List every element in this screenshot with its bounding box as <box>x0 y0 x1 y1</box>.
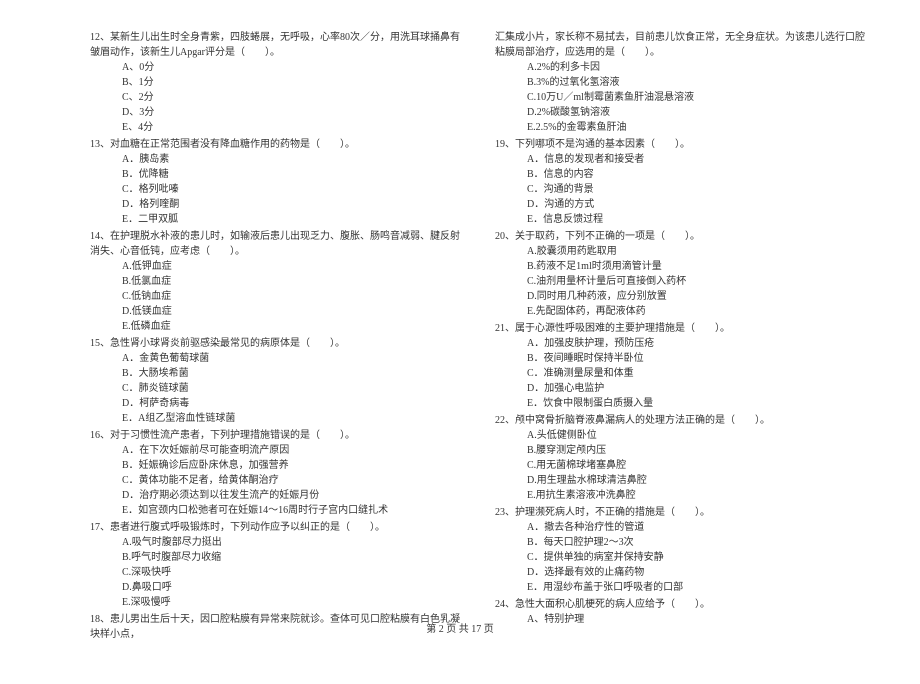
option: E.深吸慢呼 <box>90 595 465 610</box>
question-19: 19、下列哪项不是沟通的基本因素（ ）。 A．信息的发现者和接受者 B．信息的内… <box>495 137 870 227</box>
option: D．沟通的方式 <box>495 197 870 212</box>
option: A．信息的发现者和接受者 <box>495 152 870 167</box>
option: E.低磷血症 <box>90 319 465 334</box>
question-16: 16、对于习惯性流产患者，下列护理措施错误的是（ ）。 A．在下次妊娠前尽可能查… <box>90 428 465 518</box>
option: B．夜间睡眠时保持半卧位 <box>495 351 870 366</box>
option: B.药液不足1ml时须用滴管计量 <box>495 259 870 274</box>
option: C．提供单独的病室并保持安静 <box>495 550 870 565</box>
question-text: 21、属于心源性呼吸困难的主要护理措施是（ ）。 <box>495 321 870 336</box>
question-15: 15、急性肾小球肾炎前驱感染最常见的病原体是（ ）。 A．金黄色葡萄球菌 B．大… <box>90 336 465 426</box>
option: E．饮食中限制蛋白质摄入量 <box>495 396 870 411</box>
option: C．沟通的背景 <box>495 182 870 197</box>
option: A.头低健侧卧位 <box>495 428 870 443</box>
option: D.低镁血症 <box>90 304 465 319</box>
option: E．信息反馈过程 <box>495 212 870 227</box>
option: E.先配固体药，再配液体药 <box>495 304 870 319</box>
question-text: 12、某新生儿出生时全身青紫，四肢蜷展，无呼吸，心率80次／分，用洗耳球捅鼻有皱… <box>90 30 465 60</box>
question-20: 20、关于取药，下列不正确的一项是（ ）。 A.胶囊须用药匙取用 B.药液不足1… <box>495 229 870 319</box>
question-text: 17、患者进行腹式呼吸锻炼时，下列动作应予以纠正的是（ ）。 <box>90 520 465 535</box>
question-text: 16、对于习惯性流产患者，下列护理措施错误的是（ ）。 <box>90 428 465 443</box>
option: D．选择最有效的止痛药物 <box>495 565 870 580</box>
option: E．A组乙型溶血性链球菌 <box>90 411 465 426</box>
option: E．如宫颈内口松弛者可在妊娠14～16周时行子宫内口缝扎术 <box>90 503 465 518</box>
right-column: 汇集成小片，家长称不易拭去，目前患儿饮食正常，无全身症状。为该患儿选行口腔粘膜局… <box>495 30 870 644</box>
question-text: 15、急性肾小球肾炎前驱感染最常见的病原体是（ ）。 <box>90 336 465 351</box>
option: A．胰岛素 <box>90 152 465 167</box>
option: D．柯萨奇病毒 <box>90 396 465 411</box>
option: C．格列吡嗪 <box>90 182 465 197</box>
question-22: 22、颅中窝骨折脑脊液鼻漏病人的处理方法正确的是（ ）。 A.头低健侧卧位 B.… <box>495 413 870 503</box>
option: A.胶囊须用药匙取用 <box>495 244 870 259</box>
option: D．格列喹酮 <box>90 197 465 212</box>
option: B．妊娠确诊后应卧床休息，加强营养 <box>90 458 465 473</box>
question-text: 22、颅中窝骨折脑脊液鼻漏病人的处理方法正确的是（ ）。 <box>495 413 870 428</box>
option: A．金黄色葡萄球菌 <box>90 351 465 366</box>
option: C.深吸快呼 <box>90 565 465 580</box>
option: B.3%的过氧化氢溶液 <box>495 75 870 90</box>
question-12: 12、某新生儿出生时全身青紫，四肢蜷展，无呼吸，心率80次／分，用洗耳球捅鼻有皱… <box>90 30 465 135</box>
option: A.吸气时腹部尽力挺出 <box>90 535 465 550</box>
option: B．大肠埃希菌 <box>90 366 465 381</box>
option: C．黄体功能不足者，给黄体酮治疗 <box>90 473 465 488</box>
question-17: 17、患者进行腹式呼吸锻炼时，下列动作应予以纠正的是（ ）。 A.吸气时腹部尽力… <box>90 520 465 610</box>
question-14: 14、在护理脱水补液的患儿时，如输液后患儿出现乏力、腹胀、肠鸣音减弱、腱反射消失… <box>90 229 465 334</box>
option: A．在下次妊娠前尽可能查明流产原因 <box>90 443 465 458</box>
option: C．肺炎链球菌 <box>90 381 465 396</box>
option: B．信息的内容 <box>495 167 870 182</box>
option: E．二甲双胍 <box>90 212 465 227</box>
question-text: 19、下列哪项不是沟通的基本因素（ ）。 <box>495 137 870 152</box>
option: B.呼气时腹部尽力收缩 <box>90 550 465 565</box>
option: A．加强皮肤护理，预防压疮 <box>495 336 870 351</box>
option: D.用生理盐水棉球清洁鼻腔 <box>495 473 870 488</box>
option: C.10万U／ml制霉菌素鱼肝油混悬溶液 <box>495 90 870 105</box>
option: C.低钠血症 <box>90 289 465 304</box>
option: A、0分 <box>90 60 465 75</box>
question-text: 13、对血糖在正常范围者没有降血糖作用的药物是（ ）。 <box>90 137 465 152</box>
question-text: 14、在护理脱水补液的患儿时，如输液后患儿出现乏力、腹胀、肠鸣音减弱、腱反射消失… <box>90 229 465 259</box>
option: E.用抗生素溶液冲洗鼻腔 <box>495 488 870 503</box>
option: E、4分 <box>90 120 465 135</box>
question-text: 23、护理濒死病人时，不正确的措施是（ ）。 <box>495 505 870 520</box>
option: D．治疗期必须达到以往发生流产的妊娠月份 <box>90 488 465 503</box>
option: D.鼻吸口呼 <box>90 580 465 595</box>
left-column: 12、某新生儿出生时全身青紫，四肢蜷展，无呼吸，心率80次／分，用洗耳球捅鼻有皱… <box>90 30 465 644</box>
option: D.2%碳酸氢钠溶液 <box>495 105 870 120</box>
option: B.低氯血症 <box>90 274 465 289</box>
option: A.2%的利多卡因 <box>495 60 870 75</box>
option: E.2.5%的金霉素鱼肝油 <box>495 120 870 135</box>
question-21: 21、属于心源性呼吸困难的主要护理措施是（ ）。 A．加强皮肤护理，预防压疮 B… <box>495 321 870 411</box>
option: B．优降糖 <box>90 167 465 182</box>
question-text: 汇集成小片，家长称不易拭去，目前患儿饮食正常，无全身症状。为该患儿选行口腔粘膜局… <box>495 30 870 60</box>
option: E．用湿纱布盖于张口呼吸者的口部 <box>495 580 870 595</box>
option: D.同时用几种药液，应分别放置 <box>495 289 870 304</box>
option: D、3分 <box>90 105 465 120</box>
option: C.油剂用量杯计量后可直接倒入药杯 <box>495 274 870 289</box>
page-footer: 第 2 页 共 17 页 <box>0 620 920 635</box>
option: B．每天口腔护理2～3次 <box>495 535 870 550</box>
question-13: 13、对血糖在正常范围者没有降血糖作用的药物是（ ）。 A．胰岛素 B．优降糖 … <box>90 137 465 227</box>
option: C.用无菌棉球堵塞鼻腔 <box>495 458 870 473</box>
option: B.腰穿测定颅内压 <box>495 443 870 458</box>
question-23: 23、护理濒死病人时，不正确的措施是（ ）。 A．撤去各种治疗性的管道 B．每天… <box>495 505 870 595</box>
option: C．准确测量尿量和体重 <box>495 366 870 381</box>
option: A.低钾血症 <box>90 259 465 274</box>
exam-page: 12、某新生儿出生时全身青紫，四肢蜷展，无呼吸，心率80次／分，用洗耳球捅鼻有皱… <box>0 0 920 684</box>
option: B、1分 <box>90 75 465 90</box>
question-text: 20、关于取药，下列不正确的一项是（ ）。 <box>495 229 870 244</box>
option: A．撤去各种治疗性的管道 <box>495 520 870 535</box>
option: C、2分 <box>90 90 465 105</box>
option: D．加强心电监护 <box>495 381 870 396</box>
question-18-cont: 汇集成小片，家长称不易拭去，目前患儿饮食正常，无全身症状。为该患儿选行口腔粘膜局… <box>495 30 870 135</box>
question-text: 24、急性大面积心肌梗死的病人应给予（ ）。 <box>495 597 870 612</box>
